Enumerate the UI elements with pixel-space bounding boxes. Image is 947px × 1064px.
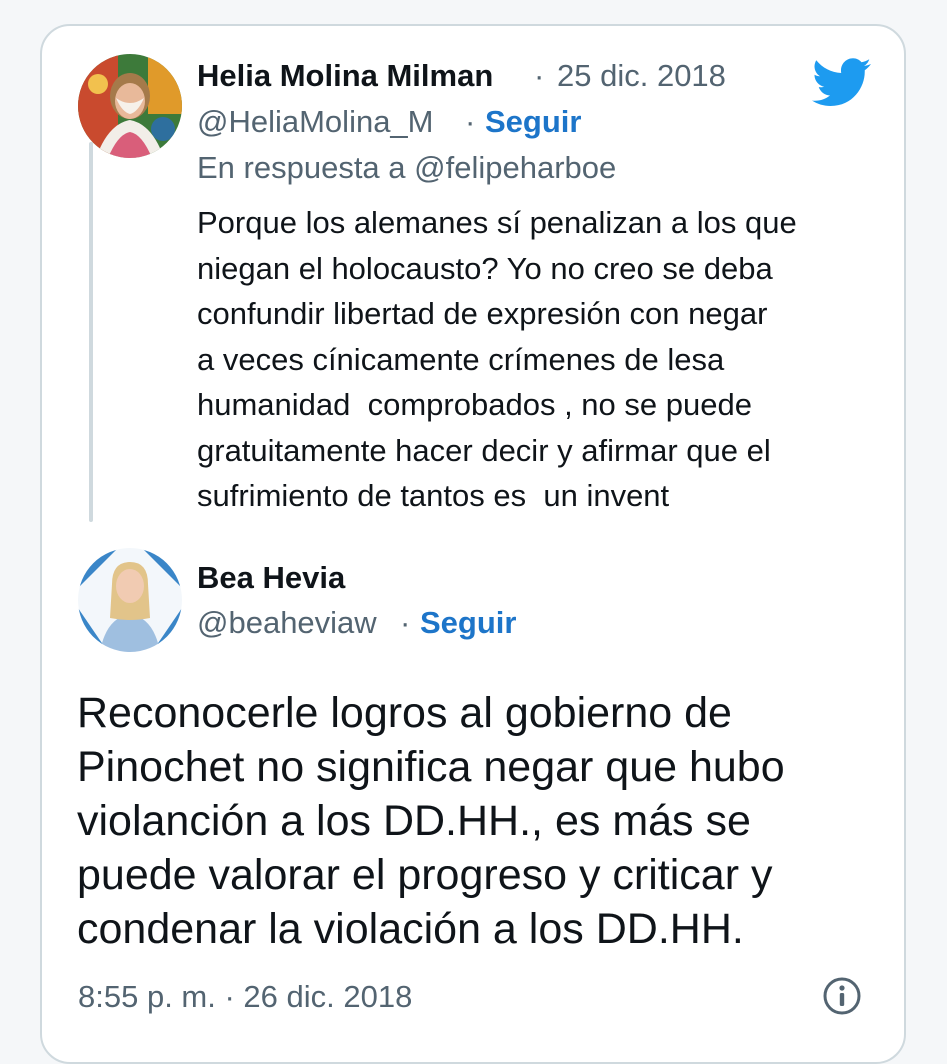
thread-connector-line (89, 142, 93, 522)
bea-avatar[interactable] (78, 548, 182, 652)
main-tweet-text: Reconocerle logros al gobierno de Pinoch… (77, 686, 877, 956)
main-text-line: Pinochet no significa negar que hubo (77, 743, 785, 791)
main-text-line: puede valorar el progreso y criticar y (77, 851, 773, 899)
main-text-line: Reconocerle logros al gobierno de (77, 689, 732, 737)
reply-text-line: Porque los alemanes sí penalizan a los q… (197, 205, 797, 240)
reply-text-line: sufrimiento de tantos es un invent (197, 478, 670, 513)
reply-text-line: a veces cínicamente crímenes de lesa (197, 341, 725, 377)
reply-date[interactable]: 25 dic. 2018 (557, 60, 726, 91)
reply-text-line: niegan el holocausto? Yo no creo se deba (197, 250, 773, 286)
main-handle-separator: · (400, 605, 411, 640)
twitter-bird-icon[interactable] (812, 58, 872, 108)
main-handle[interactable]: @beaheviaw (197, 607, 377, 638)
reply-context[interactable]: En respuesta a @felipeharboe (197, 152, 616, 183)
handle-separator: · (465, 104, 476, 139)
reply-tweet-text: Porque los alemanes sí penalizan a los q… (197, 200, 877, 519)
main-author-name[interactable]: Bea Hevia (197, 562, 345, 593)
main-text-line: violanción a los DD.HH., es más se (77, 797, 751, 845)
reply-text-line: humanidad comprobados , no se puede (197, 387, 752, 422)
main-text-line: condenar la violación a los DD.HH. (77, 905, 744, 953)
main-timestamp[interactable]: 8:55 p. m. · 26 dic. 2018 (78, 981, 412, 1012)
helia-avatar[interactable] (78, 54, 182, 158)
header-separator: · (534, 58, 545, 93)
reply-follow-link[interactable]: Seguir (485, 106, 581, 137)
main-follow-link[interactable]: Seguir (420, 607, 516, 638)
reply-text-line: confundir libertad de expresión con nega… (197, 296, 768, 331)
reply-handle[interactable]: @HeliaMolina_M (197, 106, 434, 137)
reply-text-line: gratuitamente hacer decir y afirmar que … (197, 432, 771, 468)
reply-author-name[interactable]: Helia Molina Milman (197, 60, 493, 91)
info-icon[interactable] (822, 976, 862, 1016)
